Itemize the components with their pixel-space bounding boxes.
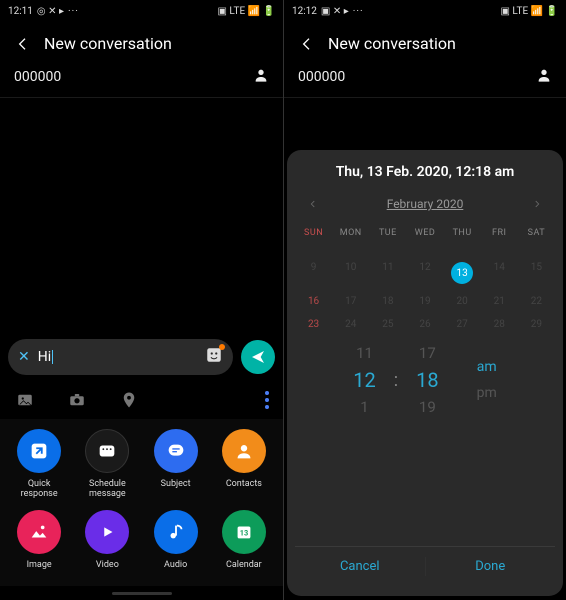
subject-item[interactable]: Subject	[145, 429, 207, 500]
calendar-day[interactable]: 9	[295, 256, 332, 290]
prev-month-button[interactable]	[303, 194, 323, 214]
calendar-day[interactable]: 18	[369, 290, 406, 313]
calendar-week: 9 10 11 12 13 14 15	[295, 256, 555, 290]
calendar-day[interactable]: 25	[369, 313, 406, 336]
calendar-day[interactable]: 20	[444, 290, 481, 313]
recipient-number: 000000	[298, 69, 345, 85]
status-more: ···	[68, 6, 79, 17]
calendar-item[interactable]: 13 Calendar	[213, 510, 275, 570]
audio-item[interactable]: Audio	[145, 510, 207, 570]
calendar-day[interactable]	[406, 244, 443, 256]
send-button[interactable]	[241, 340, 275, 374]
calendar-day[interactable]: 16	[295, 290, 332, 313]
back-button[interactable]	[298, 35, 316, 53]
sticker-icon[interactable]	[205, 346, 223, 368]
calendar-day[interactable]	[332, 244, 369, 256]
calendar-day[interactable]: 27	[444, 313, 481, 336]
more-options-icon[interactable]	[265, 391, 269, 409]
calendar-day[interactable]: 14	[481, 256, 518, 290]
quick-response-item[interactable]: Quick response	[8, 429, 70, 500]
contact-icon[interactable]	[536, 67, 552, 87]
schedule-dialog: Thu, 13 Feb. 2020, 12:18 am February 202…	[287, 150, 563, 596]
calendar: SUN MON TUE WED THU FRI SAT	[295, 222, 555, 336]
calendar-day[interactable]: 15	[518, 256, 555, 290]
calendar-day[interactable]: 11	[369, 256, 406, 290]
month-nav: February 2020	[295, 194, 555, 214]
app-header: New conversation	[284, 22, 566, 61]
screenshot-left: 12:11 ◎ ✕ ▸ ··· ▣ LTE 📶 🔋 New conversati…	[0, 0, 283, 600]
page-title: New conversation	[328, 34, 456, 53]
schedule-message-item[interactable]: Schedule message	[76, 429, 138, 500]
calendar-day[interactable]: 29	[518, 313, 555, 336]
calendar-day[interactable]: 19	[406, 290, 443, 313]
calendar-day[interactable]: 21	[481, 290, 518, 313]
calendar-day[interactable]	[295, 244, 332, 256]
month-label[interactable]: February 2020	[387, 197, 464, 211]
done-button[interactable]: Done	[426, 547, 556, 586]
dialog-buttons: Cancel Done	[295, 546, 555, 586]
calendar-day[interactable]: 12	[406, 256, 443, 290]
calendar-day[interactable]: 28	[481, 313, 518, 336]
image-item[interactable]: Image	[8, 510, 70, 570]
calendar-day[interactable]: 17	[332, 290, 369, 313]
compose-row: ✕ Hi	[0, 333, 283, 381]
attachment-grid: Quick response Schedule message Subject …	[0, 419, 283, 586]
calendar-day[interactable]: 23	[295, 313, 332, 336]
contacts-item[interactable]: Contacts	[213, 429, 275, 500]
recipient-row[interactable]: 000000	[0, 61, 283, 98]
page-title: New conversation	[44, 34, 172, 53]
schedule-title: Thu, 13 Feb. 2020, 12:18 am	[295, 164, 555, 180]
nav-bar	[0, 586, 283, 600]
calendar-day[interactable]	[369, 244, 406, 256]
time-picker[interactable]: 11 12 1 : 17 18 19 am pm	[295, 344, 555, 416]
status-left-icons: ◎ ✕ ▸	[37, 6, 64, 17]
back-button[interactable]	[14, 35, 32, 53]
message-text: Hi	[38, 349, 197, 365]
calendar-week	[295, 244, 555, 256]
calendar-day[interactable]: 24	[332, 313, 369, 336]
calendar-day-selected[interactable]: 13	[444, 256, 481, 290]
next-month-button[interactable]	[527, 194, 547, 214]
ampm-column[interactable]: am pm	[477, 359, 497, 401]
calendar-day[interactable]	[444, 244, 481, 256]
screenshot-right: 12:12 ▣ ✕ ▸ ··· ▣ LTE 📶 🔋 New conversati…	[283, 0, 566, 600]
cancel-button[interactable]: Cancel	[295, 547, 425, 586]
conversation-body	[0, 98, 283, 333]
app-header: New conversation	[0, 22, 283, 61]
location-icon[interactable]	[118, 389, 140, 411]
calendar-day[interactable]: 22	[518, 290, 555, 313]
gallery-icon[interactable]	[14, 389, 36, 411]
contact-icon[interactable]	[253, 67, 269, 87]
calendar-week: 23 24 25 26 27 28 29	[295, 313, 555, 336]
recipient-number: 000000	[14, 69, 61, 85]
status-right-icons: ▣ LTE 📶 🔋	[501, 6, 559, 17]
message-input[interactable]: ✕ Hi	[8, 339, 233, 375]
calendar-header: SUN MON TUE WED THU FRI SAT	[295, 222, 555, 244]
minute-column[interactable]: 17 18 19	[416, 344, 438, 416]
calendar-week: 16 17 18 19 20 21 22	[295, 290, 555, 313]
status-left-icons: ▣ ✕ ▸	[321, 6, 349, 17]
camera-icon[interactable]	[66, 389, 88, 411]
status-bar: 12:12 ▣ ✕ ▸ ··· ▣ LTE 📶 🔋	[284, 0, 566, 22]
calendar-day[interactable]: 10	[332, 256, 369, 290]
attachment-strip	[0, 381, 283, 419]
hour-column[interactable]: 11 12 1	[353, 344, 375, 416]
clear-input-icon[interactable]: ✕	[18, 349, 30, 365]
clock: 12:12	[292, 6, 317, 17]
status-more: ···	[353, 6, 364, 17]
video-item[interactable]: Video	[76, 510, 138, 570]
recipient-row[interactable]: 000000	[284, 61, 566, 98]
clock: 12:11	[8, 6, 33, 17]
status-right-icons: ▣ LTE 📶 🔋	[218, 6, 276, 17]
time-colon: :	[394, 370, 398, 391]
calendar-day[interactable]	[481, 244, 518, 256]
status-bar: 12:11 ◎ ✕ ▸ ··· ▣ LTE 📶 🔋	[0, 0, 283, 22]
calendar-day[interactable]	[518, 244, 555, 256]
calendar-day[interactable]: 26	[406, 313, 443, 336]
svg-text:13: 13	[240, 528, 248, 537]
